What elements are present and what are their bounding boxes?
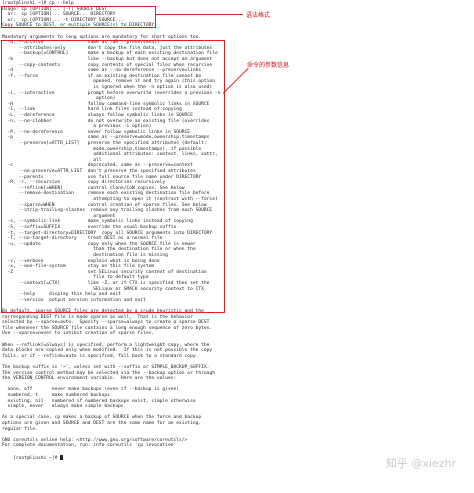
syntax-annotation: 语法格式 [246, 12, 271, 19]
watermark: 知乎 @xiezhr [385, 457, 456, 470]
note-line: the VERSION_CONTROL environment variable… [2, 376, 177, 382]
params-highlight-box [1, 40, 225, 313]
params-annotation: 命令的参数信息 [247, 62, 290, 69]
note-line: regular file. [2, 426, 38, 432]
cursor [60, 454, 64, 460]
final-prompt-line: [root@linshi ~]# [2, 449, 64, 461]
syntax-arrow [155, 14, 243, 15]
final-prompt: [root@linshi ~]# [13, 455, 61, 461]
syntax-highlight-box [1, 6, 156, 28]
note-line: Use --sparse=never to inhibit creation o… [2, 331, 155, 337]
note-line: simple, never always make simple backups [2, 404, 124, 410]
note-line: fails, or if --reflink=auto is specified… [2, 353, 199, 359]
